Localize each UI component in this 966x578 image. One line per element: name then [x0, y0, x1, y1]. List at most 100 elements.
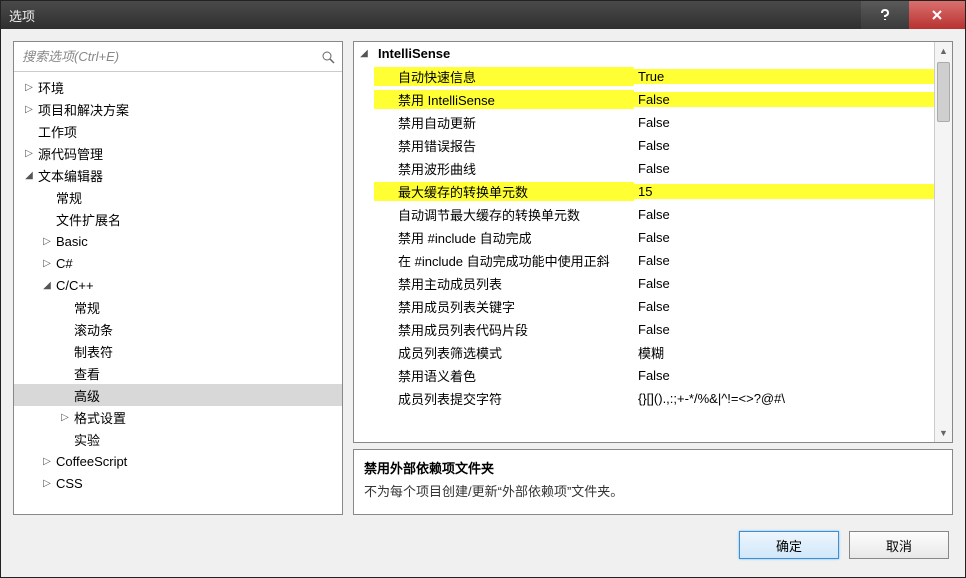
tree-item-label: 实验 [72, 430, 100, 449]
ok-label: 确定 [776, 536, 802, 555]
tree-item[interactable]: ▷环境 [14, 76, 342, 98]
chevron-icon[interactable]: ▷ [58, 412, 72, 423]
chevron-icon[interactable]: ▷ [40, 478, 54, 489]
tree-item[interactable]: 文件扩展名 [14, 208, 342, 230]
property-name: 最大缓存的转换单元数 [374, 182, 634, 201]
tree-item-label: 制表符 [72, 342, 113, 361]
property-section-header[interactable]: ◢IntelliSense [354, 42, 934, 65]
property-row[interactable]: 自动调节最大缓存的转换单元数False [354, 203, 934, 226]
property-value[interactable]: True [634, 69, 934, 84]
property-row[interactable]: 禁用错误报告False [354, 134, 934, 157]
client-area: ▷环境▷项目和解决方案工作项▷源代码管理◢文本编辑器常规文件扩展名▷Basic▷… [1, 29, 965, 577]
property-value[interactable]: False [634, 92, 934, 107]
description-panel: 禁用外部依赖项文件夹 不为每个项目创建/更新“外部依赖项”文件夹。 [353, 449, 953, 515]
property-row[interactable]: 禁用语义着色False [354, 364, 934, 387]
property-value[interactable]: False [634, 115, 934, 130]
tree-item[interactable]: ▷项目和解决方案 [14, 98, 342, 120]
scroll-up-icon[interactable]: ▲ [935, 42, 952, 60]
property-value[interactable]: {}[]().,:;+-*/%&|^!=<>?@#\ [634, 391, 934, 406]
property-grid: ◢IntelliSense自动快速信息True禁用 IntelliSenseFa… [353, 41, 953, 443]
chevron-icon[interactable]: ▷ [40, 456, 54, 467]
chevron-icon[interactable]: ▷ [40, 258, 54, 269]
chevron-icon[interactable]: ▷ [40, 236, 54, 247]
property-row[interactable]: 最大缓存的转换单元数15 [354, 180, 934, 203]
property-value[interactable]: 15 [634, 184, 934, 199]
property-value[interactable]: False [634, 230, 934, 245]
scroll-track[interactable] [935, 60, 952, 424]
tree-item-label: C# [54, 256, 73, 271]
property-value[interactable]: False [634, 368, 934, 383]
property-row[interactable]: 禁用 IntelliSenseFalse [354, 88, 934, 111]
chevron-icon[interactable]: ▷ [22, 104, 36, 115]
property-row[interactable]: 禁用主动成员列表False [354, 272, 934, 295]
property-row[interactable]: 禁用自动更新False [354, 111, 934, 134]
tree-item[interactable]: ▷格式设置 [14, 406, 342, 428]
close-button[interactable] [909, 1, 965, 29]
property-row[interactable]: 禁用 #include 自动完成False [354, 226, 934, 249]
tree-item[interactable]: 常规 [14, 296, 342, 318]
tree-item[interactable]: 滚动条 [14, 318, 342, 340]
tree-item-label: Basic [54, 234, 88, 249]
property-value[interactable]: False [634, 161, 934, 176]
tree-item[interactable]: 实验 [14, 428, 342, 450]
tree-item-label: 文件扩展名 [54, 210, 121, 229]
tree-item[interactable]: ◢文本编辑器 [14, 164, 342, 186]
chevron-icon[interactable]: ▷ [22, 148, 36, 159]
help-button[interactable] [861, 1, 909, 29]
tree-item[interactable]: 常规 [14, 186, 342, 208]
property-row[interactable]: 在 #include 自动完成功能中使用正斜False [354, 249, 934, 272]
property-name: 禁用 #include 自动完成 [374, 228, 634, 247]
property-row[interactable]: 禁用成员列表关键字False [354, 295, 934, 318]
cancel-button[interactable]: 取消 [849, 531, 949, 559]
tree-item[interactable]: ◢C/C++ [14, 274, 342, 296]
property-value[interactable]: False [634, 299, 934, 314]
options-tree[interactable]: ▷环境▷项目和解决方案工作项▷源代码管理◢文本编辑器常规文件扩展名▷Basic▷… [14, 72, 342, 514]
ok-button[interactable]: 确定 [739, 531, 839, 559]
property-name: 禁用 IntelliSense [374, 90, 634, 109]
chevron-down-icon[interactable]: ◢ [354, 48, 374, 59]
property-value[interactable]: False [634, 207, 934, 222]
property-value[interactable]: False [634, 138, 934, 153]
property-value[interactable]: False [634, 253, 934, 268]
property-name: 禁用语义着色 [374, 366, 634, 385]
tree-item[interactable]: ▷CSS [14, 472, 342, 494]
tree-item-label: CSS [54, 476, 83, 491]
property-name: 成员列表筛选模式 [374, 343, 634, 362]
tree-item[interactable]: 制表符 [14, 340, 342, 362]
property-row[interactable]: 自动快速信息True [354, 65, 934, 88]
close-icon [930, 8, 944, 22]
property-name: 禁用波形曲线 [374, 159, 634, 178]
property-name: 成员列表提交字符 [374, 389, 634, 408]
property-row[interactable]: 成员列表提交字符{}[]().,:;+-*/%&|^!=<>?@#\ [354, 387, 934, 410]
vertical-scrollbar[interactable]: ▲ ▼ [934, 42, 952, 442]
titlebar: 选项 [1, 1, 965, 29]
tree-item-label: 环境 [36, 78, 64, 97]
search-input[interactable] [14, 45, 314, 68]
search-icon[interactable] [314, 50, 342, 64]
help-icon [878, 8, 892, 22]
property-value[interactable]: False [634, 276, 934, 291]
tree-item[interactable]: 高级 [14, 384, 342, 406]
property-grid-body[interactable]: ◢IntelliSense自动快速信息True禁用 IntelliSenseFa… [354, 42, 934, 442]
property-value[interactable]: False [634, 322, 934, 337]
property-value[interactable]: 模糊 [634, 343, 934, 362]
tree-item[interactable]: ▷源代码管理 [14, 142, 342, 164]
scroll-thumb[interactable] [937, 62, 950, 122]
search-box [14, 42, 342, 72]
property-row[interactable]: 成员列表筛选模式模糊 [354, 341, 934, 364]
tree-item[interactable]: ▷CoffeeScript [14, 450, 342, 472]
tree-item[interactable]: ▷C# [14, 252, 342, 274]
property-row[interactable]: 禁用波形曲线False [354, 157, 934, 180]
property-name: 在 #include 自动完成功能中使用正斜 [374, 251, 634, 270]
tree-item[interactable]: 工作项 [14, 120, 342, 142]
property-name: 禁用成员列表关键字 [374, 297, 634, 316]
scroll-down-icon[interactable]: ▼ [935, 424, 952, 442]
chevron-icon[interactable]: ▷ [22, 82, 36, 93]
tree-item[interactable]: 查看 [14, 362, 342, 384]
chevron-icon[interactable]: ◢ [40, 280, 54, 291]
tree-item-label: 滚动条 [72, 320, 113, 339]
chevron-icon[interactable]: ◢ [22, 170, 36, 181]
property-name: 自动快速信息 [374, 67, 634, 86]
tree-item[interactable]: ▷Basic [14, 230, 342, 252]
property-row[interactable]: 禁用成员列表代码片段False [354, 318, 934, 341]
